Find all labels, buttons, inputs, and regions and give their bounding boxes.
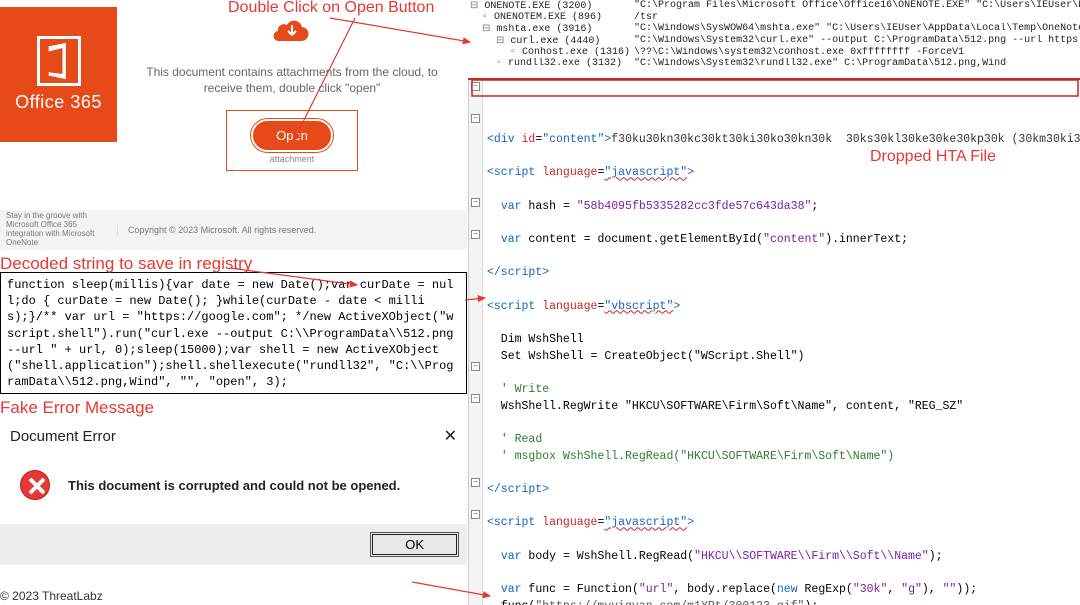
process-path: "C:\Windows\System32\rundll32.exe" C:\Pr… <box>632 58 1080 69</box>
error-dialog: Document Error ✕ This document is corrup… <box>0 420 467 565</box>
lure-footer: Stay in the groove with Microsoft Office… <box>0 210 467 250</box>
process-path: \??\C:\Windows\system32\conhost.exe 0xff… <box>632 47 1080 58</box>
office365-banner: Office 365 <box>0 7 117 142</box>
error-button-bar: OK <box>0 524 467 565</box>
annotation-dropped-hta: Dropped HTA File <box>870 148 996 166</box>
process-path: "C:\Program Files\Microsoft Office\Offic… <box>632 0 1080 12</box>
error-titlebar: Document Error ✕ <box>0 420 467 454</box>
process-node[interactable]: rundll32.exe (3132) <box>468 58 632 69</box>
lure-message: This document contains attachments from … <box>137 64 447 96</box>
office-logo-icon <box>37 36 81 86</box>
fold-icon[interactable]: − <box>471 198 480 207</box>
annotation-double-click: Double Click on Open Button <box>228 0 434 17</box>
process-node[interactable]: ONENOTEM.EXE (896) <box>468 12 632 23</box>
process-node[interactable]: ONENOTE.EXE (3200) <box>468 0 632 12</box>
lure-document-card: This document contains attachments from … <box>117 7 467 205</box>
fold-icon[interactable]: − <box>471 478 480 487</box>
process-path: /tsr <box>632 12 1080 23</box>
cloud-icon <box>117 17 467 52</box>
process-tree: ONENOTE.EXE (3200)"C:\Program Files\Micr… <box>468 0 1080 80</box>
process-node[interactable]: mshta.exe (3916) <box>468 23 632 35</box>
fold-icon[interactable]: − <box>471 394 480 403</box>
process-path: "C:\Windows\SysWOW64\mshta.exe" "C:\User… <box>632 23 1080 35</box>
fold-icon[interactable]: − <box>471 362 480 371</box>
annotation-fake-error: Fake Error Message <box>0 398 154 418</box>
error-icon <box>20 470 50 500</box>
fold-icon[interactable]: − <box>471 82 480 91</box>
decoded-script-box: function sleep(millis){var date = new Da… <box>0 272 467 394</box>
error-title: Document Error <box>10 428 116 445</box>
close-icon[interactable]: ✕ <box>444 426 457 446</box>
open-button-frame: Open attachment <box>226 110 358 171</box>
process-node[interactable]: Conhost.exe (1316) <box>468 47 632 58</box>
page-copyright: © 2023 ThreatLabz <box>0 589 103 603</box>
process-node[interactable]: curl.exe (4440) <box>468 35 632 47</box>
annotation-decoded-header: Decoded string to save in registry <box>0 254 252 274</box>
fold-icon[interactable]: − <box>471 230 480 239</box>
fold-icon[interactable]: − <box>471 114 480 123</box>
process-path: "C:\Windows\System32\curl.exe" --output … <box>632 35 1080 47</box>
office-brand-text: Office 365 <box>15 92 102 113</box>
footer-groove-text: Stay in the groove with Microsoft Office… <box>0 208 117 251</box>
open-button[interactable]: Open <box>253 121 331 150</box>
error-message: This document is corrupted and could not… <box>68 478 400 493</box>
footer-copyright-text: Copyright © 2023 Microsoft. All rights r… <box>117 225 467 235</box>
ok-button[interactable]: OK <box>370 532 459 557</box>
fold-icon[interactable]: − <box>471 510 480 519</box>
attachment-label: attachment <box>253 154 331 164</box>
